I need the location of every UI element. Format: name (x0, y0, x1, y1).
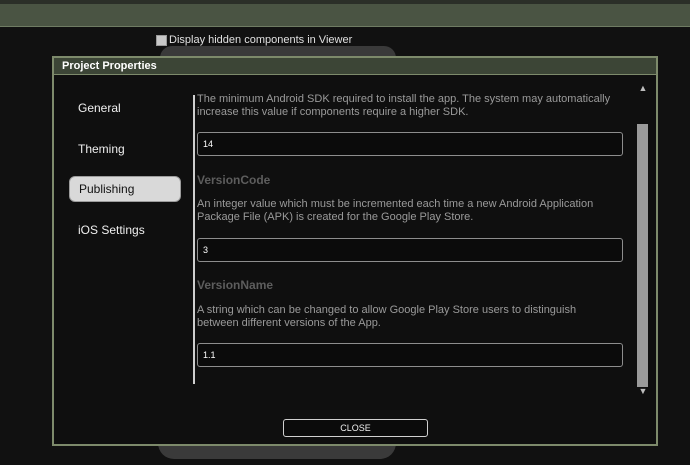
scroll-down-icon[interactable]: ▼ (636, 385, 650, 397)
close-button[interactable]: CLOSE (283, 419, 428, 437)
publishing-content: The minimum Android SDK required to inst… (197, 92, 625, 392)
nav-item-theming[interactable]: Theming (69, 136, 181, 162)
version-code-input[interactable] (197, 238, 623, 262)
version-name-title: VersionName (197, 278, 274, 292)
content-divider (193, 95, 195, 384)
nav-item-publishing[interactable]: Publishing (69, 176, 181, 202)
dialog-title: Project Properties (54, 58, 656, 75)
version-name-description: A string which can be changed to allow G… (197, 304, 577, 329)
top-toolbar-strip (0, 0, 690, 4)
min-sdk-description: The minimum Android SDK required to inst… (197, 93, 611, 118)
project-properties-dialog: Project Properties General Theming Publi… (52, 56, 658, 446)
nav-item-general[interactable]: General (69, 95, 181, 121)
version-code-title: VersionCode (197, 173, 271, 187)
nav-item-ios-settings[interactable]: iOS Settings (69, 217, 181, 243)
content-scrollbar[interactable]: ▲ ▼ (636, 82, 650, 397)
scrollbar-thumb[interactable] (637, 124, 648, 387)
properties-nav: General Theming Publishing iOS Settings (69, 95, 181, 257)
version-name-input[interactable] (197, 343, 623, 367)
scroll-up-icon[interactable]: ▲ (636, 82, 650, 94)
display-hidden-checkbox[interactable] (156, 34, 167, 46)
top-toolbar (0, 0, 690, 27)
display-hidden-label: Display hidden components in Viewer (169, 34, 353, 46)
display-hidden-components-toggle[interactable]: Display hidden components in Viewer (156, 33, 352, 47)
min-sdk-input[interactable] (197, 132, 623, 156)
version-code-description: An integer value which must be increment… (197, 198, 594, 223)
